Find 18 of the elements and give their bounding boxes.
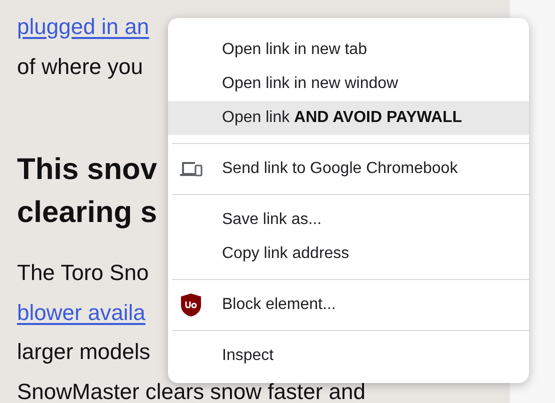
menu-item[interactable]: Open link AND AVOID PAYWALL <box>168 101 529 135</box>
article-text: The Toro Sno <box>17 259 149 287</box>
menu-item[interactable]: Send link to Google Chromebook <box>168 152 529 186</box>
article-heading: clearing s <box>17 195 158 231</box>
article-text: larger models <box>17 338 150 366</box>
article-link[interactable]: blower availa <box>17 292 146 332</box>
menu-item[interactable]: Inspect <box>168 339 529 373</box>
article-text: SnowMaster clears snow faster and <box>17 378 366 403</box>
article-heading: This snov <box>17 152 158 188</box>
shield-icon <box>180 292 202 318</box>
menu-item[interactable]: Open link in new window <box>168 67 529 101</box>
menu-item[interactable]: Copy link address <box>168 237 529 271</box>
menu-item[interactable]: Block element... <box>168 288 529 322</box>
article-text: of where you <box>17 52 143 81</box>
menu-item[interactable]: Save link as... <box>168 203 529 237</box>
laptop-phone-icon <box>180 161 203 177</box>
menu-item[interactable]: Open link in new tab <box>168 33 529 67</box>
article-link[interactable]: plugged in an <box>17 7 150 46</box>
